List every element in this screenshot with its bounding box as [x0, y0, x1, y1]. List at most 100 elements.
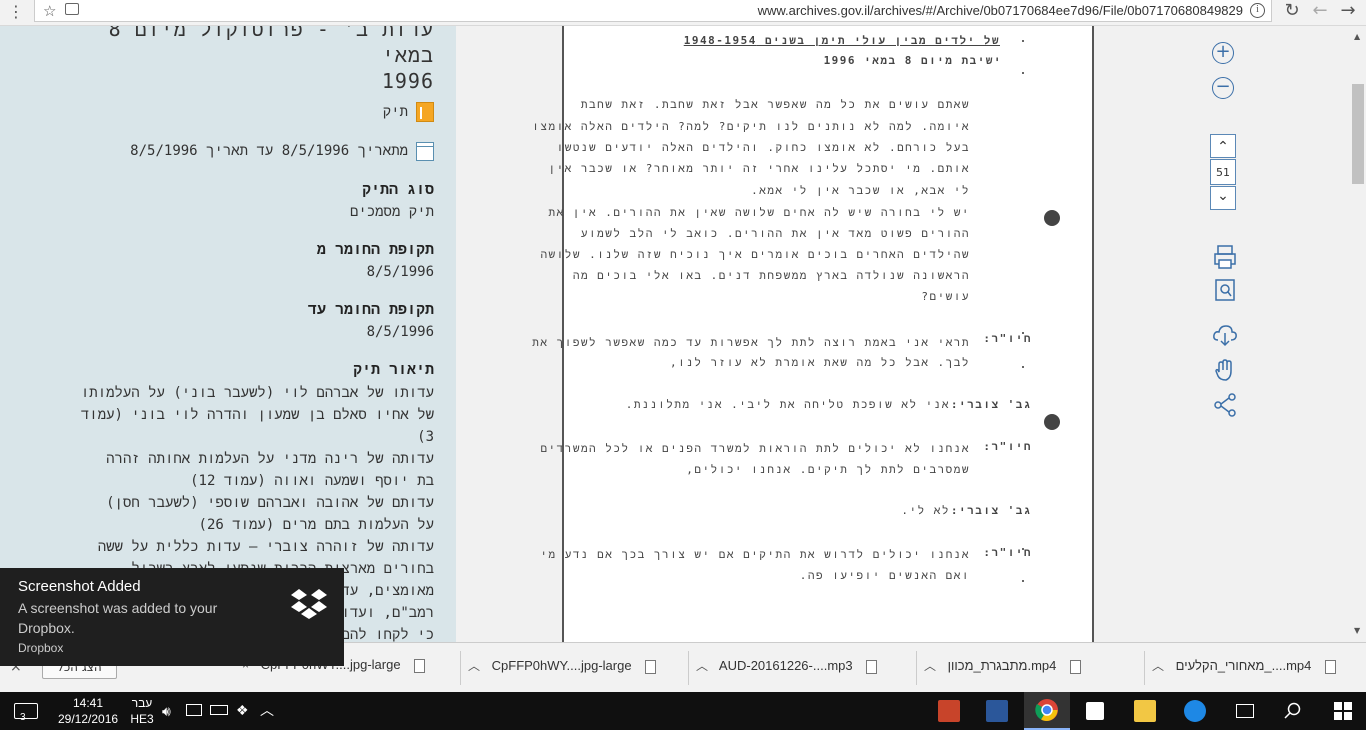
share-icon[interactable] [1212, 392, 1238, 418]
windows-taskbar: 3 14:41 29/12/2016 עבר HE3 🔊︎ ❖ ︿ [0, 692, 1366, 730]
print-icon[interactable] [1212, 244, 1238, 270]
description-line: על העלמות בתם מרים (עמוד 26) [198, 517, 435, 533]
url-text[interactable]: www.archives.gov.il/archives/#/Archive/0… [758, 3, 1243, 18]
language-code: HE3 [130, 712, 154, 726]
speaker-label: גב' צוברי: [950, 504, 1032, 517]
description-line: 3) [417, 429, 434, 445]
zoom-in-icon[interactable]: + [1212, 42, 1234, 64]
date-range-text: מתאריך 8/5/1996 עד תאריך 8/5/1996 [130, 143, 408, 159]
page-text-line: אותם. מי יסתכל עלינו אחרי זה יותר מאוחר?… [548, 162, 970, 175]
page-text-line: ואם האנשים יופיעו פה. [799, 569, 970, 582]
description-line: עדותה של רינה מדני על העלמות אחותה זהרה [106, 451, 434, 467]
forward-icon[interactable]: → [1336, 0, 1360, 21]
page-text-line: בעל כורחם. לא אומצו כחוק. והילדים האלה י… [556, 141, 970, 154]
task-view-icon[interactable] [1222, 692, 1268, 730]
search-icon[interactable] [1270, 692, 1316, 730]
address-bar[interactable]: ☆ www.archives.gov.il/archives/#/Archive… [34, 0, 1272, 22]
speaker-label: חיו"ר: [983, 440, 1032, 453]
browser-toolbar: ⋮ ☆ www.archives.gov.il/archives/#/Archi… [0, 0, 1366, 26]
browser-menu-icon[interactable]: ⋮ [8, 3, 24, 21]
file-type-label: תיק [382, 103, 408, 120]
speaker-label: חיו"ר: [983, 546, 1032, 559]
download-file-name: מתבגרת_מכוון.mp4 [947, 658, 1057, 673]
divider [460, 651, 461, 685]
page-mark [1022, 366, 1024, 368]
page-text-line: איומה. למה לא נותנים לנו תיקים? למה? היל… [532, 120, 970, 133]
page-text-line: אנחנו לא יכולים לתת הוראות למשרד הפנים א… [540, 442, 970, 455]
page-header-line2: ישיבת מיום 8 במאי 1996 [823, 54, 1002, 67]
back-icon[interactable]: ← [1308, 0, 1332, 21]
scrollbar-thumb[interactable] [1352, 84, 1364, 184]
dropbox-tray-icon[interactable]: ❖ [236, 702, 249, 719]
taskbar-app-file-explorer[interactable] [1122, 692, 1168, 730]
field-value-file-type: תיק מסמכים [349, 204, 434, 220]
clock[interactable]: 14:41 29/12/2016 [58, 695, 118, 727]
punch-hole [1044, 210, 1060, 226]
divider [688, 651, 689, 685]
field-label-file-type: סוג התיק [361, 180, 434, 198]
notification-title: Screenshot Added [18, 578, 141, 595]
download-item[interactable]: ︿ מתבגרת_מכוון.mp4 [924, 657, 1082, 681]
vertical-scrollbar[interactable]: ▲ ▼ [1350, 26, 1366, 642]
speaker-label: חיו"ר: [983, 332, 1032, 345]
chevron-up-icon[interactable]: ︿ [696, 657, 708, 674]
page-header-line1: של ילדים מבין עולי תימן בשנים 1948-1954 [683, 34, 1000, 47]
download-item[interactable]: ︿ CpFFP0hWY....jpg-large [468, 657, 657, 681]
next-page-button[interactable]: ⌄ [1210, 186, 1236, 210]
bookmark-star-icon[interactable]: ☆ [43, 2, 56, 20]
site-info-icon[interactable]: i [1250, 3, 1265, 18]
folder-icon [416, 102, 434, 122]
page-text-line: ההורים פשוט מאד אין את ההורים. כואב לי ה… [580, 227, 970, 240]
punch-hole [1044, 414, 1060, 430]
page-number-input[interactable]: 51 [1210, 159, 1236, 185]
file-title: עדות ב' - פרוטוקול מיום 8 במאי 1996 [54, 26, 434, 94]
download-item[interactable]: ︿ AUD-20161226-....mp3 [696, 657, 878, 681]
taskbar-app-store[interactable] [1072, 692, 1118, 730]
divider [916, 651, 917, 685]
taskbar-app-presentation[interactable] [926, 692, 972, 730]
cloud-download-icon[interactable] [1212, 322, 1238, 348]
page-mark [1022, 72, 1024, 74]
viewer-toolbar: + − ⌃ 51 ⌄ [1200, 26, 1250, 642]
notification-count-badge: 3 [20, 712, 26, 723]
divider [1144, 651, 1145, 685]
description-line: עדותם של אהובה ואברהם שוספי (לשעבר חסן) [106, 495, 434, 511]
page-text-line: יש לי בחורה שיש לה אחים שלושה שאין את הה… [548, 206, 970, 219]
hand-pan-icon[interactable] [1212, 358, 1238, 384]
file-type-row: תיק [383, 102, 434, 122]
page-text-line: לא לי. [901, 504, 950, 517]
page-mark [1022, 580, 1024, 582]
language-indicator[interactable]: עבר HE3 [128, 695, 156, 727]
clock-date: 29/12/2016 [58, 712, 119, 726]
file-icon [1070, 659, 1082, 674]
zoom-out-icon[interactable]: − [1212, 77, 1234, 99]
notification-source: Dropbox [18, 641, 64, 655]
chevron-up-icon[interactable]: ︿ [1152, 657, 1164, 674]
previous-page-button[interactable]: ⌃ [1210, 134, 1236, 158]
reload-icon[interactable]: ↻ [1280, 0, 1304, 21]
battery-icon[interactable] [210, 705, 228, 715]
scroll-up-arrow[interactable]: ▲ [1354, 32, 1360, 41]
download-item[interactable]: ︿ מאחורי_הקלעים_....mp4 [1152, 657, 1336, 681]
field-label-period-to: תקופת החומר עד [307, 300, 434, 318]
page-mark [1022, 332, 1024, 334]
search-document-icon[interactable] [1212, 278, 1238, 304]
taskbar-app-chrome[interactable] [1024, 692, 1070, 730]
chevron-up-icon[interactable]: ︿ [924, 657, 936, 674]
dropbox-notification[interactable]: Screenshot Added A screenshot was added … [0, 568, 344, 666]
extension-icon[interactable] [65, 3, 79, 15]
volume-icon[interactable]: 🔊︎ [162, 703, 171, 720]
start-menu-icon[interactable] [1320, 692, 1366, 730]
page-text-line: תראי אני באמת רוצה לתת לך אפשרות עד כמה … [532, 336, 970, 349]
taskbar-app-word[interactable] [974, 692, 1020, 730]
action-center-icon[interactable] [14, 703, 38, 719]
chevron-up-icon[interactable]: ︿ [468, 657, 480, 674]
description-line: של אחיו סאלם בן שמעון והדרה לוי בוני (עמ… [80, 407, 434, 423]
download-file-name: CpFFP0hWY....jpg-large [491, 658, 632, 673]
calendar-icon [416, 142, 434, 161]
network-icon[interactable] [186, 704, 202, 716]
scroll-down-arrow[interactable]: ▼ [1354, 626, 1360, 635]
file-details-panel: עדות ב' - פרוטוקול מיום 8 במאי 1996 תיק … [0, 26, 456, 642]
taskbar-app-edge[interactable] [1172, 692, 1218, 730]
show-hidden-icons-icon[interactable]: ︿ [260, 700, 274, 720]
